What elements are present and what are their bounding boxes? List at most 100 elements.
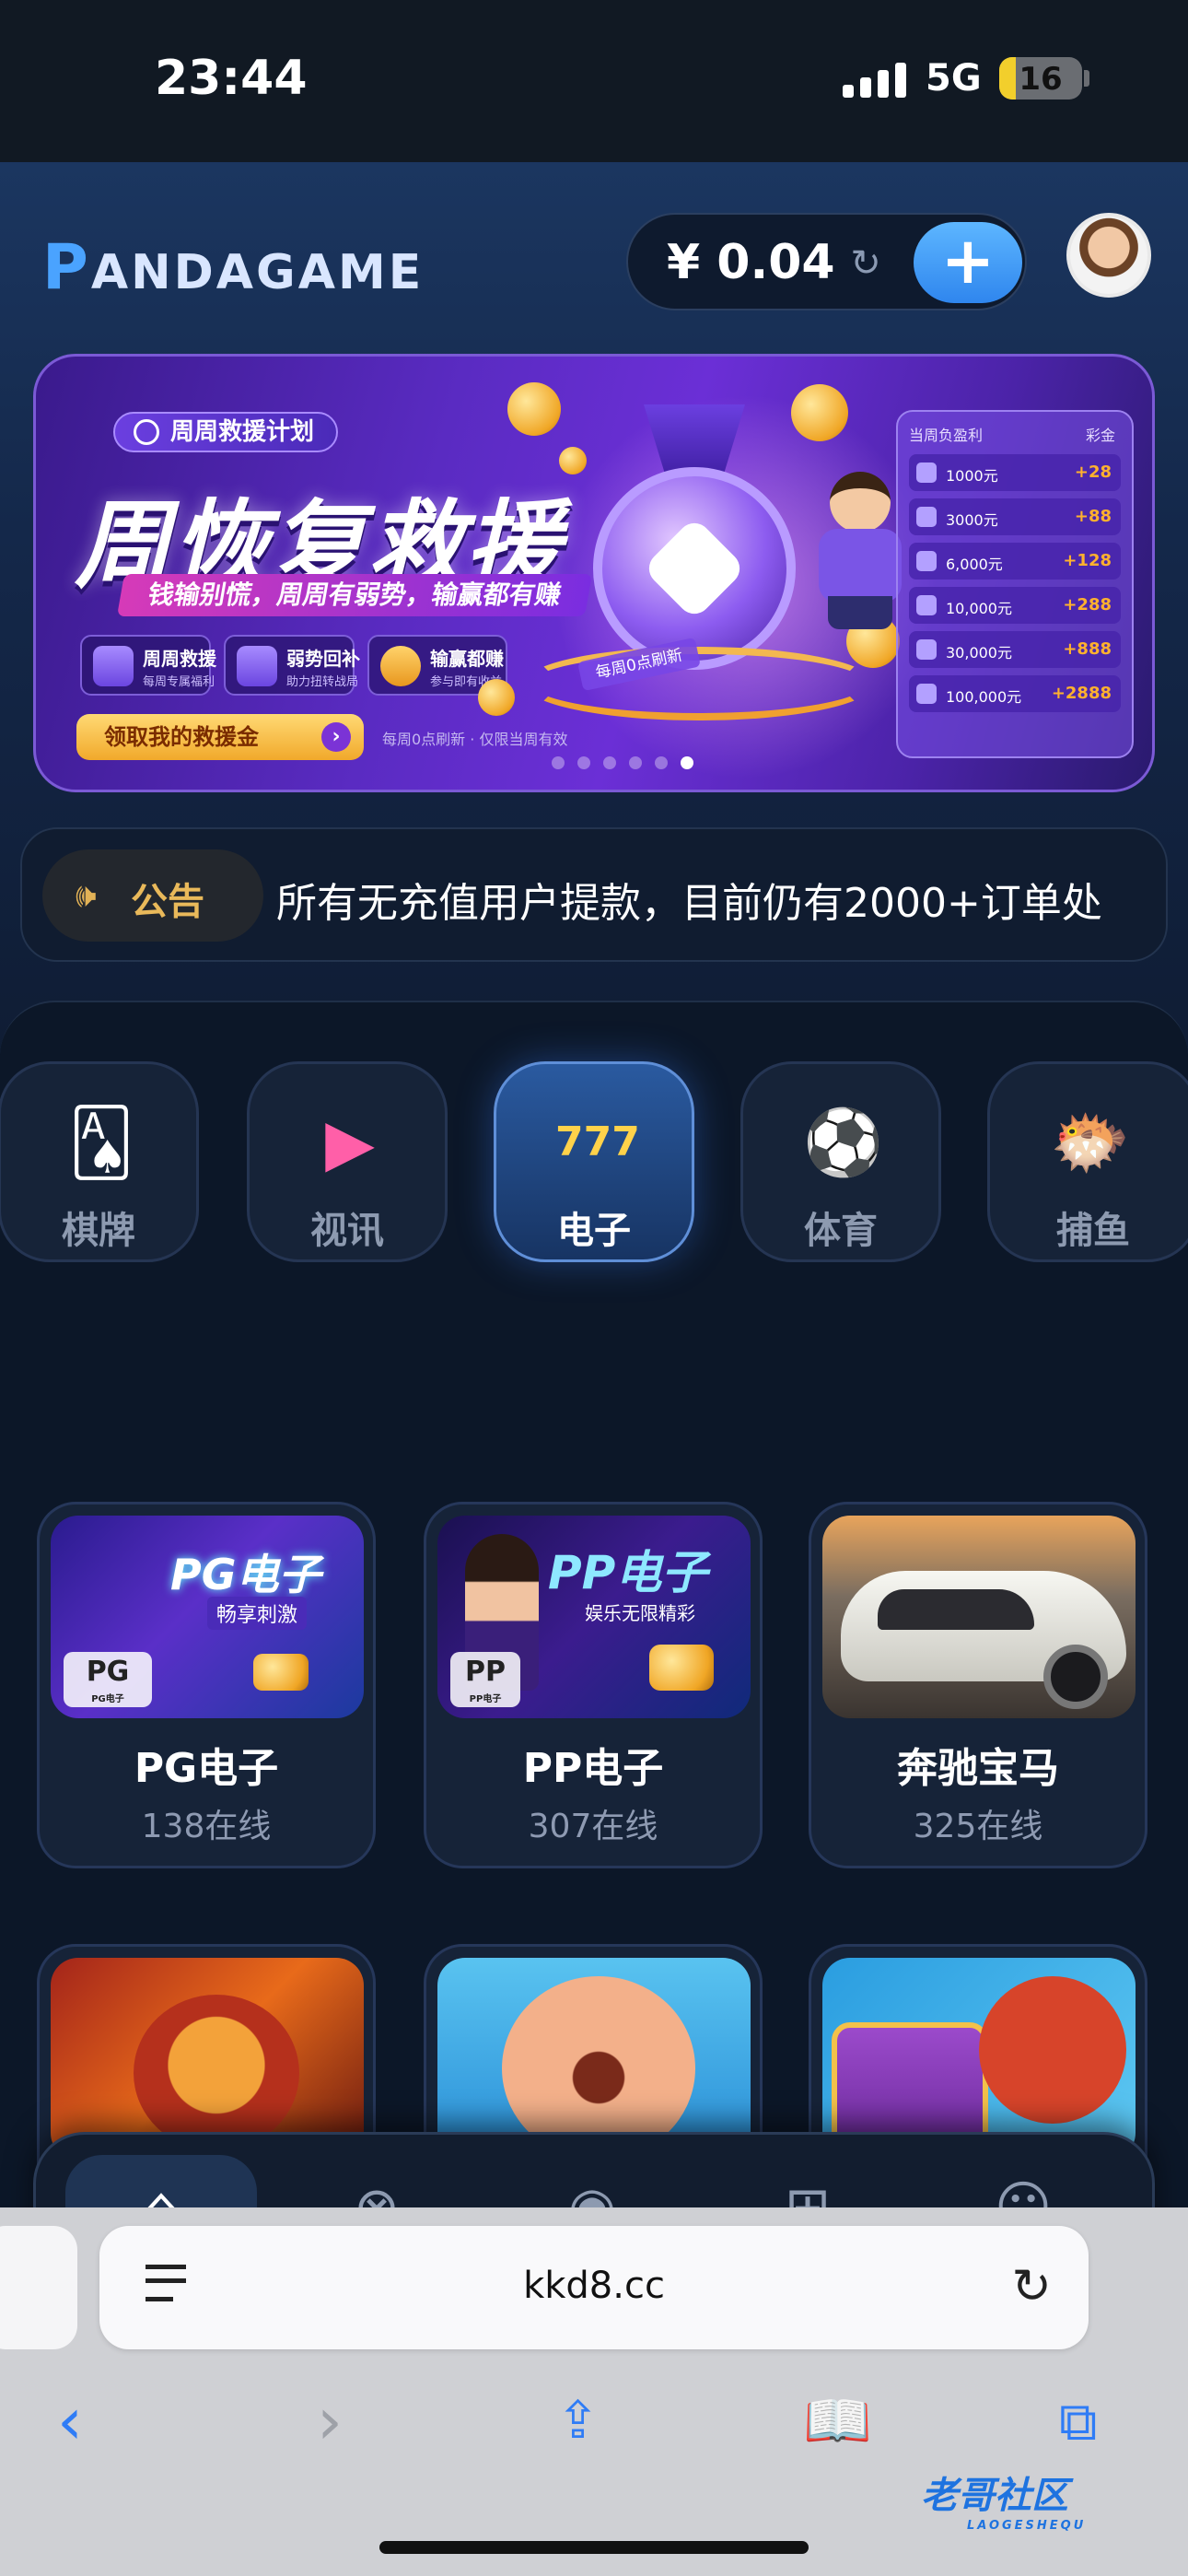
deposit-plus-button[interactable]: +	[914, 222, 1022, 303]
game-online-count: 307在线	[528, 1808, 658, 1845]
tab-home[interactable]: ⌂ 首页	[65, 2155, 257, 2207]
chart-icon	[916, 595, 937, 615]
feature-title: 输赢都赚	[430, 648, 504, 670]
tab-deposit[interactable]: ⊗ 充值	[281, 2155, 472, 2207]
game-online-count: 325在线	[913, 1808, 1043, 1845]
page-dot-active[interactable]	[681, 756, 693, 769]
feature-title: 周周救援	[143, 648, 216, 670]
category-fishing[interactable]: 🐡 捕鱼	[987, 1061, 1188, 1262]
game-thumbnail	[437, 1958, 751, 2160]
games-panel: 🂡 棋牌 ▶ 视讯 777 电子 ⚽ 体育 🐡 捕鱼 PG电子 畅享刺激 PG P…	[0, 1001, 1188, 2207]
gift-icon: ⊞	[784, 2175, 832, 2207]
category-label: 棋牌	[62, 1210, 135, 1252]
watermark-sub: LAOGESHEQU	[967, 2519, 1087, 2533]
banner-note: 每周0点刷新 · 仅限当周有效	[382, 731, 568, 748]
app-content: PANDAGAME ¥ 0.04 ↻ + 周周救援计划 周恢复救援 钱输别慌，周…	[0, 162, 1188, 2207]
badge-sub: PP电子	[469, 1694, 502, 1704]
game-name: 奔驰宝马	[897, 1745, 1059, 1792]
page-dot[interactable]	[629, 756, 642, 769]
balance-amount: ¥ 0.04	[667, 235, 835, 290]
plus-icon: +	[940, 223, 996, 299]
category-live-video[interactable]: ▶ 视讯	[247, 1061, 448, 1262]
feature-desc: 每周专属福利	[143, 675, 215, 689]
row-bonus: +128	[1063, 551, 1112, 570]
medal-icon	[134, 419, 159, 445]
game-card-pp[interactable]: PP电子 娱乐无限精彩 PP PP电子 PP电子 307在线	[424, 1502, 763, 1868]
refresh-icon[interactable]: ↻	[844, 242, 887, 285]
network-type: 5G	[926, 57, 982, 100]
avatar[interactable]	[1066, 213, 1151, 298]
tab-withdraw[interactable]: ◉ 提现	[496, 2155, 688, 2207]
url-text: kkd8.cc	[523, 2265, 665, 2307]
category-sports[interactable]: ⚽ 体育	[740, 1061, 941, 1262]
game-thumbnail	[822, 1516, 1136, 1718]
chevron-right-icon: ›	[321, 722, 351, 752]
badge-text: PP	[465, 1656, 506, 1688]
treasure-decoration	[649, 1645, 714, 1691]
lion-illustration	[134, 1995, 299, 2151]
row-loss: 3000元	[946, 511, 998, 529]
reload-icon[interactable]: ↻	[1011, 2259, 1052, 2314]
game-online-count: 138在线	[141, 1808, 272, 1845]
tab-activities[interactable]: ⊞ 活动	[712, 2155, 903, 2207]
watermark-text: 老哥社区	[921, 2475, 1068, 2517]
game-name: PG电子	[134, 1745, 279, 1792]
category-label: 视讯	[310, 1210, 384, 1252]
page-dot[interactable]	[577, 756, 590, 769]
browser-nav-row: ‹ › ⇪ 📖 ⧉	[0, 2370, 1188, 2480]
header-bonus: 彩金	[1085, 427, 1115, 444]
pandagame-logo[interactable]: PANDAGAME	[42, 231, 424, 304]
battery-cap	[1084, 70, 1089, 87]
row-bonus: +2888	[1051, 684, 1112, 703]
row-loss: 30,000元	[946, 644, 1012, 662]
battery-icon: 16	[999, 57, 1082, 100]
bottom-tab-bar: ⌂ 首页 ⊗ 充值 ◉ 提现 ⊞ 活动 ☺ 我的	[33, 2132, 1155, 2207]
badge-sub: PG电子	[91, 1694, 124, 1704]
category-slots[interactable]: 777 电子	[494, 1061, 694, 1262]
tabs-icon[interactable]: ⧉	[1059, 2384, 1097, 2458]
battery-level: 16	[1019, 61, 1063, 98]
promo-banner[interactable]: 周周救援计划 周恢复救援 钱输别慌，周周有弱势，输赢都有赚 周周救援 每周专属福…	[33, 354, 1155, 792]
game-card-benz-bmw[interactable]: 奔驰宝马 325在线	[809, 1502, 1147, 1868]
previous-tab-card[interactable]	[0, 2226, 77, 2349]
announcement-bar[interactable]: 🕪 公告 所有无充值用户提款，目前仍有2000+订单处	[20, 827, 1168, 962]
page-dot[interactable]	[603, 756, 616, 769]
chart-icon	[916, 507, 937, 527]
category-chess-cards[interactable]: 🂡 棋牌	[0, 1061, 199, 1262]
share-icon[interactable]: ⇪	[556, 2384, 600, 2458]
car-wheel	[1043, 1645, 1108, 1709]
forward-icon[interactable]: ›	[317, 2384, 343, 2458]
announcement-badge: 🕪 公告	[42, 849, 263, 942]
cta-label: 领取我的救援金	[104, 724, 259, 750]
chart-icon	[916, 551, 937, 571]
fish-icon: 🐡	[1050, 1105, 1131, 1180]
page-dot[interactable]	[655, 756, 668, 769]
banner-tag: 周周救援计划	[113, 412, 339, 452]
feature-desc: 助力扭转战局	[286, 675, 359, 689]
address-bar[interactable]: kkd8.cc ↻	[99, 2226, 1089, 2349]
watermark: 老哥社区 LAOGESHEQU	[921, 2465, 1086, 2533]
thumb-title: PP电子	[548, 1546, 708, 1599]
row-loss: 1000元	[946, 467, 998, 485]
balance-pill: ¥ 0.04 ↻ +	[626, 213, 1027, 310]
banner-feature-1: 周周救援 每周专属福利	[80, 635, 216, 696]
signal-icon	[843, 63, 906, 98]
banner-pagination[interactable]	[552, 756, 693, 769]
bookmarks-icon[interactable]: 📖	[803, 2384, 872, 2458]
announcement-text: 所有无充值用户提款，目前仍有2000+订单处	[276, 880, 1102, 927]
user-icon: ☺	[994, 2175, 1053, 2207]
treasure-decoration	[253, 1654, 309, 1691]
back-icon[interactable]: ‹	[57, 2384, 83, 2458]
tab-profile[interactable]: ☺ 我的	[927, 2155, 1119, 2207]
category-label: 电子	[557, 1210, 631, 1252]
game-card-pg[interactable]: PG电子 畅享刺激 PG PG电子 PG电子 138在线	[37, 1502, 376, 1868]
bonus-table-header: 当周负盈利 彩金	[909, 423, 1121, 445]
claim-rescue-button[interactable]: 领取我的救援金 ›	[76, 714, 364, 760]
game-thumbnail	[51, 1958, 364, 2160]
shield-icon	[93, 646, 134, 686]
slot-machine-icon: 777	[555, 1118, 640, 1165]
page-dot[interactable]	[552, 756, 565, 769]
bonus-row: 100,000元 +2888	[909, 675, 1121, 712]
row-loss: 100,000元	[946, 688, 1022, 706]
thumb-subtitle: 畅享刺激	[207, 1597, 308, 1630]
